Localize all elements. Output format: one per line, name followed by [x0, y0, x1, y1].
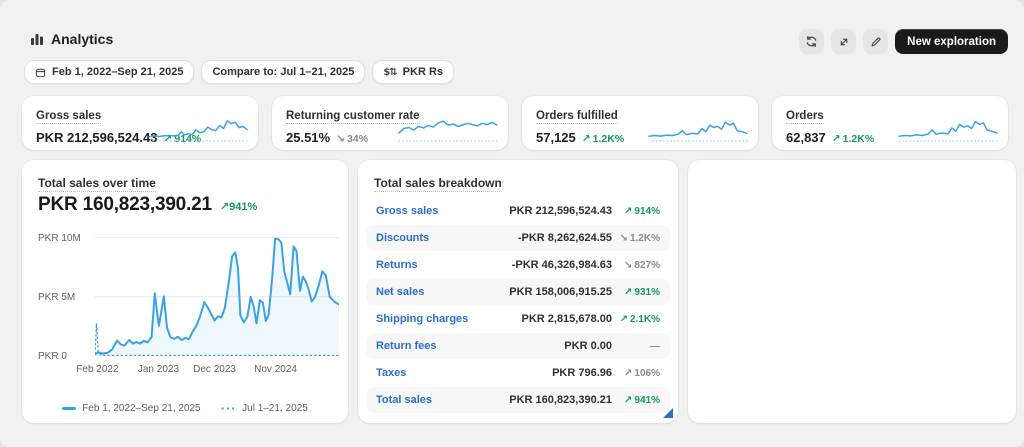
- metric-value: PKR 212,596,524.43: [36, 130, 157, 145]
- breakdown-row-value: PKR 212,596,524.43: [509, 205, 612, 217]
- sparkline-chart: [148, 115, 248, 143]
- y-tick-label: PKR 10M: [38, 233, 81, 244]
- breakdown-title: Total sales breakdown: [374, 176, 502, 192]
- breakdown-row-delta: ↘ 1.2K%: [612, 233, 660, 244]
- currency-label: PKR Rs: [403, 66, 443, 78]
- metric-card-returning-customer-rate[interactable]: Returning customer rate25.51%↘ 34%: [272, 96, 508, 150]
- currency-exchange-icon: $⇅: [383, 67, 396, 78]
- total-sales-value: PKR 160,823,390.21: [38, 194, 212, 216]
- metric-label: Orders: [786, 110, 824, 124]
- breakdown-row-value: PKR 158,006,915.25: [509, 286, 612, 298]
- dotted-line-swatch: ···: [221, 407, 237, 411]
- total-sales-breakdown-card: Total sales breakdown Gross sales PKR 212…: [358, 160, 678, 423]
- breakdown-row-net-sales: Net sales PKR 158,006,915.25↗ 931%: [366, 279, 670, 305]
- breakdown-row-delta: ↗ 2.1K%: [612, 314, 660, 325]
- metric-value: 25.51%: [286, 130, 330, 145]
- breakdown-row-taxes: Taxes PKR 796.96↗ 106%: [366, 360, 670, 386]
- line-chart-svg: [95, 234, 339, 356]
- metric-delta: ↗ 1.2K%: [832, 133, 874, 145]
- metric-cards-row: Gross salesPKR 212,596,524.43↗ 914%Retur…: [22, 96, 1008, 150]
- refresh-icon: [805, 35, 818, 48]
- breakdown-row-delta: ↗ 941%: [612, 395, 660, 406]
- calendar-icon: [35, 67, 46, 78]
- page-title: Analytics: [51, 31, 113, 47]
- expand-button[interactable]: [831, 29, 856, 54]
- breakdown-row-value: -PKR 46,326,984.63: [512, 259, 612, 271]
- metric-card-orders-fulfilled[interactable]: Orders fulfilled 57,125 ↗ 1.2K%: [522, 96, 758, 150]
- breakdown-row-value: -PKR 8,262,624.55: [518, 232, 612, 244]
- pencil-icon: [870, 36, 882, 48]
- breakdown-row-link[interactable]: Shipping charges: [376, 313, 468, 325]
- filter-bar: Feb 1, 2022–Sep 21, 2025 Compare to: Jul…: [24, 60, 454, 84]
- compare-to-picker[interactable]: Compare to: Jul 1–21, 2025: [201, 60, 365, 84]
- breakdown-row-value: PKR 2,815,678.00: [521, 313, 612, 325]
- breakdown-row-link[interactable]: Returns: [376, 259, 418, 271]
- x-tick-label: Dec 2023: [193, 364, 237, 375]
- breakdown-row-discounts: Discounts -PKR 8,262,624.55↘ 1.2K%: [366, 225, 670, 251]
- new-exploration-button[interactable]: New exploration: [895, 29, 1008, 54]
- y-tick-label: PKR 5M: [38, 292, 75, 303]
- breakdown-row-delta: —: [612, 341, 660, 352]
- app-header: Analytics: [30, 31, 113, 47]
- total-sales-chart-card: Total sales over time PKR 160,823,390.21…: [22, 160, 348, 423]
- breakdown-row-delta: ↗ 931%: [612, 287, 660, 298]
- x-tick-label: Nov 2024: [254, 364, 298, 375]
- breakdown-row-value: PKR 160,823,390.21: [509, 394, 612, 406]
- breakdown-row-returns: Returns -PKR 46,326,984.63↘ 827%: [366, 252, 670, 278]
- breakdown-row-link[interactable]: Return fees: [376, 340, 437, 352]
- metric-label: Gross sales: [36, 110, 101, 124]
- breakdown-row-total-sales: Total sales PKR 160,823,390.21↗ 941%: [366, 387, 670, 413]
- legend-item-current[interactable]: Feb 1, 2022–Sep 21, 2025: [62, 403, 200, 414]
- compare-label: Compare to: Jul 1–21, 2025: [212, 66, 354, 78]
- analytics-page: Analytics: [0, 0, 1024, 447]
- metric-card-orders[interactable]: Orders 62,837 ↗ 1.2K%: [772, 96, 1008, 150]
- refresh-button[interactable]: [799, 29, 824, 54]
- line-chart-plot: [95, 234, 339, 356]
- breakdown-row-shipping-charges: Shipping charges PKR 2,815,678.00↗ 2.1K%: [366, 306, 670, 332]
- metric-card-gross-sales[interactable]: Gross salesPKR 212,596,524.43↗ 914%: [22, 96, 258, 150]
- x-tick-label: Jan 2023: [136, 364, 180, 375]
- x-tick-label: Feb 2022: [75, 364, 119, 375]
- sparkline-chart: [898, 115, 998, 143]
- legend-item-comparison[interactable]: ··· Jul 1–21, 2025: [221, 403, 308, 414]
- breakdown-row-link[interactable]: Total sales: [376, 394, 432, 406]
- legend-label-comparison: Jul 1–21, 2025: [242, 403, 308, 414]
- breakdown-table: Gross sales PKR 212,596,524.43↗ 914% Disco…: [366, 198, 670, 414]
- breakdown-row-value: PKR 0.00: [564, 340, 612, 352]
- breakdown-row-value: PKR 796.96: [552, 367, 612, 379]
- chart-headline: PKR 160,823,390.21 ↗941%: [38, 194, 257, 216]
- date-range-label: Feb 1, 2022–Sep 21, 2025: [52, 66, 183, 78]
- metric-value: 57,125: [536, 130, 576, 145]
- chart-title: Total sales over time: [38, 176, 156, 192]
- metric-label: Orders fulfilled: [536, 110, 618, 124]
- currency-picker[interactable]: $⇅ PKR Rs: [372, 60, 454, 84]
- up-arrow-icon: ↗: [220, 200, 229, 213]
- resize-handle[interactable]: [663, 408, 673, 418]
- breakdown-row-link[interactable]: Gross sales: [376, 205, 438, 217]
- breakdown-row-delta: ↘ 827%: [612, 260, 660, 271]
- breakdown-row-return-fees: Return fees PKR 0.00—: [366, 333, 670, 359]
- breakdown-row-link[interactable]: Taxes: [376, 367, 406, 379]
- metric-delta: ↗ 1.2K%: [582, 133, 624, 145]
- expand-icon: [838, 36, 850, 48]
- solid-line-swatch: [62, 407, 76, 410]
- sparkline-chart: [398, 115, 498, 143]
- legend-label-current: Feb 1, 2022–Sep 21, 2025: [82, 403, 200, 414]
- y-tick-label: PKR 0: [38, 351, 67, 362]
- breakdown-row-delta: ↗ 914%: [612, 206, 660, 217]
- analytics-icon: [30, 32, 44, 46]
- sparkline-chart: [648, 115, 748, 143]
- metric-delta: ↘ 34%: [336, 133, 368, 145]
- breakdown-row-link[interactable]: Net sales: [376, 286, 424, 298]
- date-range-picker[interactable]: Feb 1, 2022–Sep 21, 2025: [24, 60, 194, 84]
- empty-card: [688, 160, 1016, 423]
- total-sales-delta: ↗941%: [220, 200, 257, 213]
- breakdown-row-gross-sales: Gross sales PKR 212,596,524.43↗ 914%: [366, 198, 670, 224]
- header-actions: New exploration: [799, 29, 1008, 54]
- edit-button[interactable]: [863, 29, 888, 54]
- metric-value: 62,837: [786, 130, 826, 145]
- chart-legend: Feb 1, 2022–Sep 21, 2025 ··· Jul 1–21, 2…: [22, 403, 348, 414]
- breakdown-row-delta: ↗ 106%: [612, 368, 660, 379]
- breakdown-row-link[interactable]: Discounts: [376, 232, 429, 244]
